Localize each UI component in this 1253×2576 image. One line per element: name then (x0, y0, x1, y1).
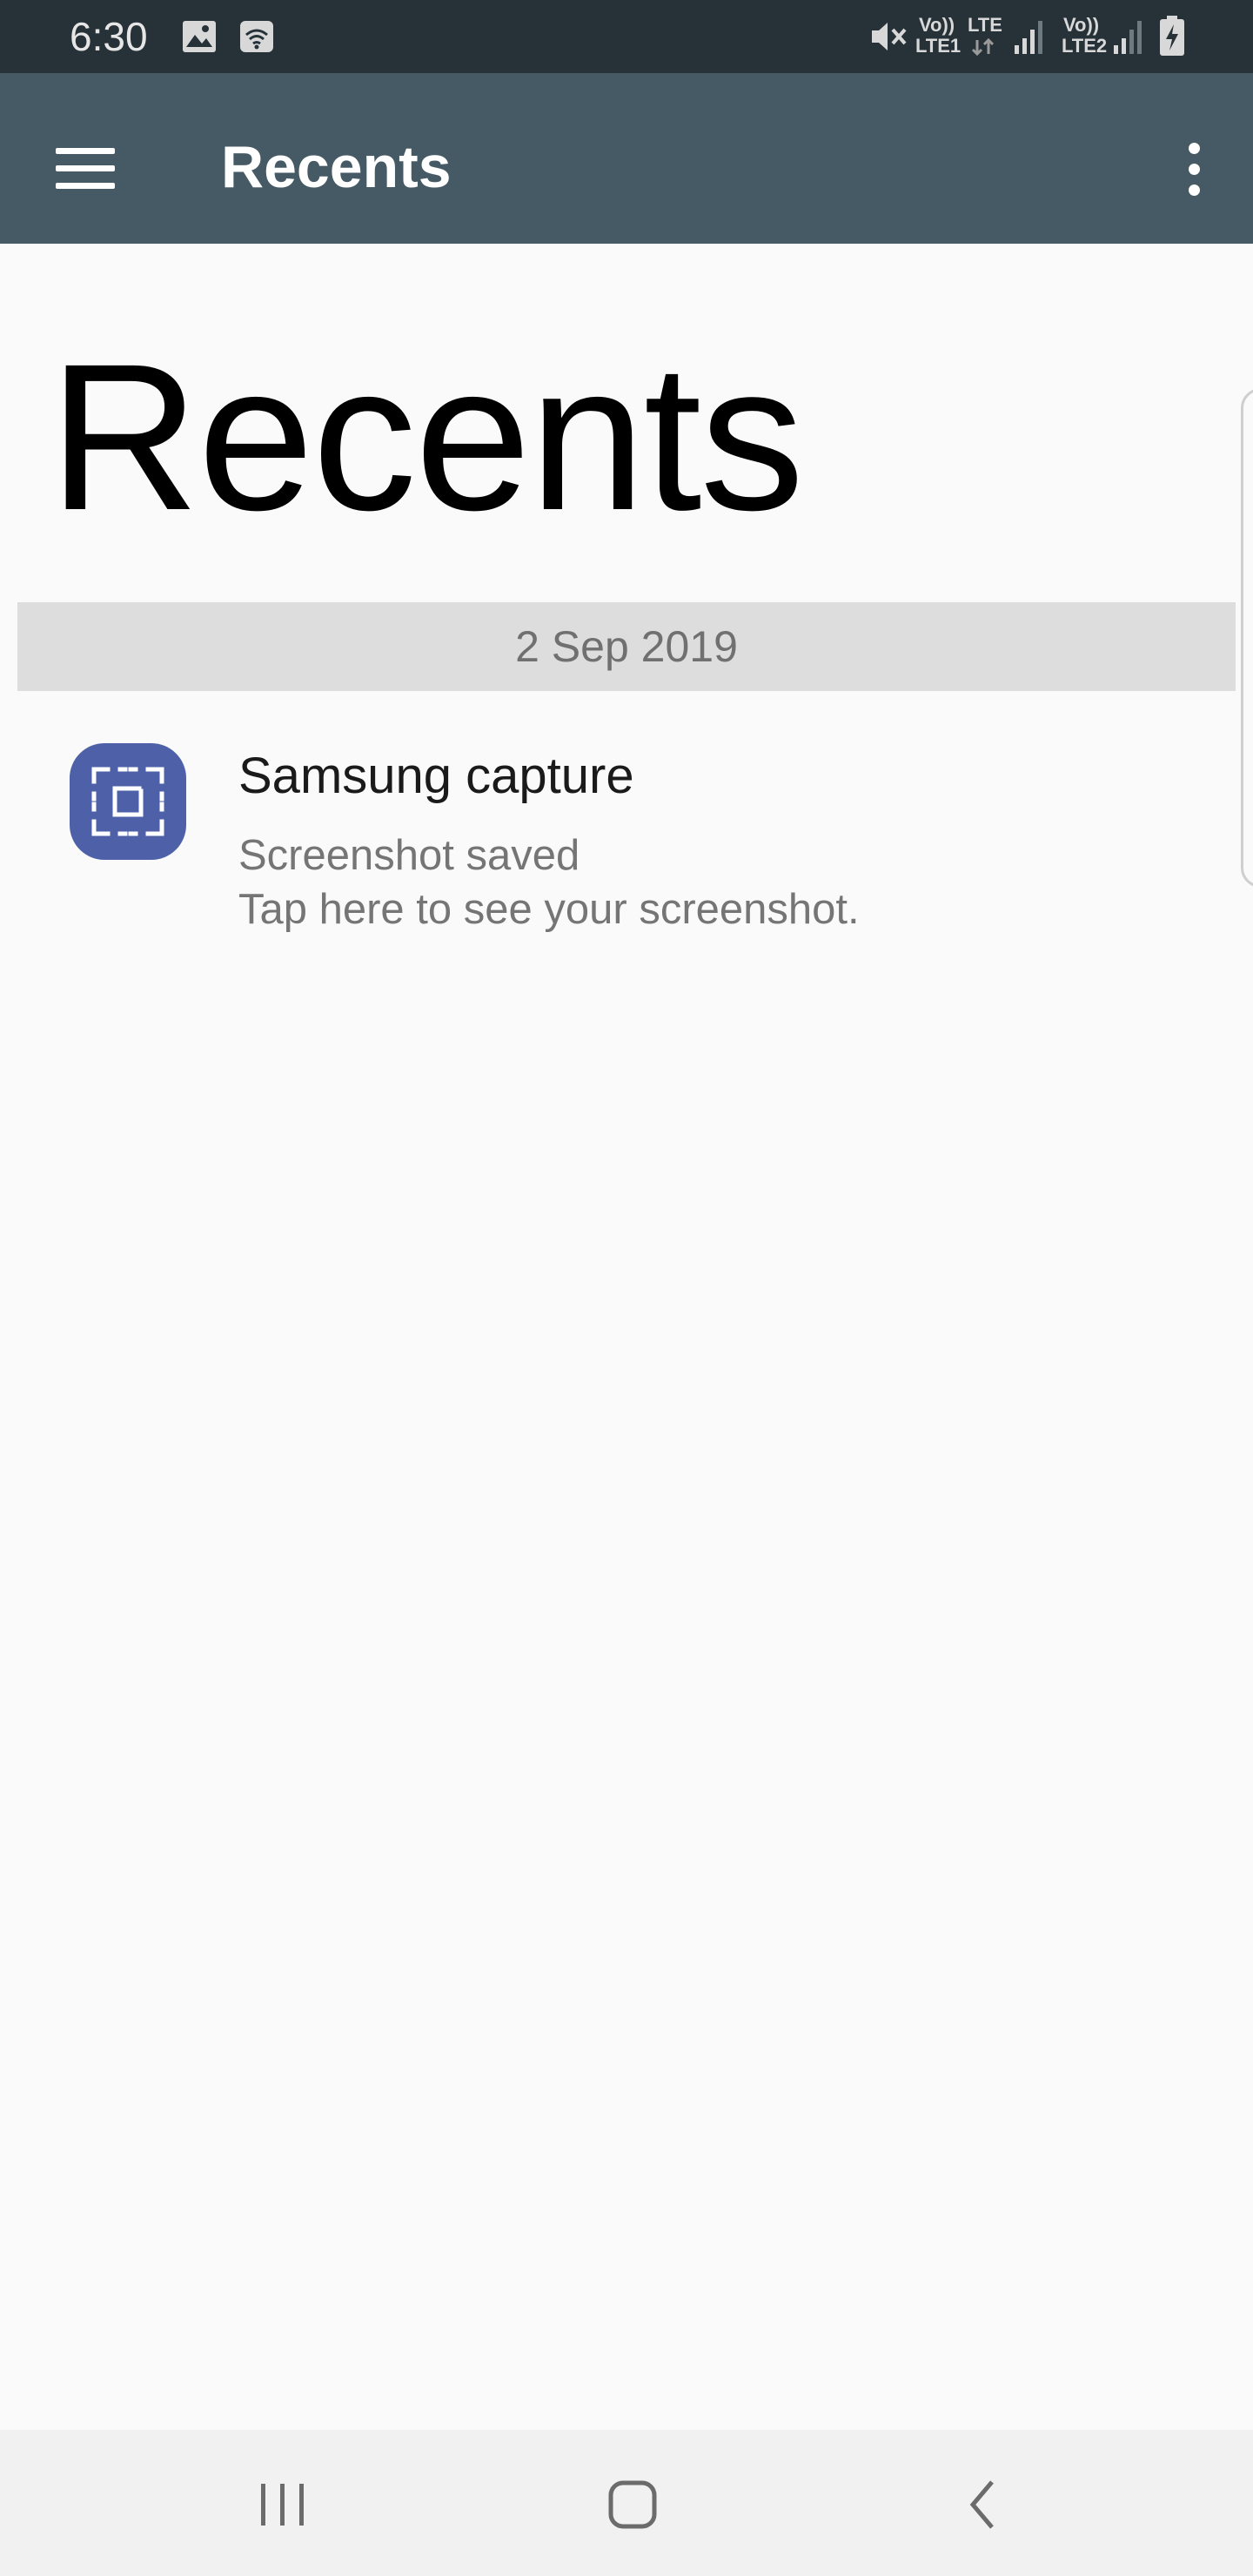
battery-charging-icon (1160, 16, 1184, 56)
recent-apps-icon (261, 2484, 304, 2526)
signal-icon (1114, 21, 1142, 54)
sim2-lte-label: LTE2 (1062, 35, 1108, 57)
sim1-lte-label: LTE1 (915, 35, 962, 57)
signal-icon (1015, 21, 1042, 54)
image-icon (183, 21, 216, 52)
status-indicators: Vo)) LTE1 LTE Vo)) LTE2 (801, 0, 1253, 73)
notification-text: Screenshot saved (238, 832, 580, 879)
navigation-bar (0, 2430, 1253, 2576)
more-options-button[interactable] (1169, 127, 1218, 211)
notification-subtext: Tap here to see your screenshot. (238, 886, 860, 933)
sim2-volte-label: Vo)) (1063, 14, 1100, 36)
scroll-handle[interactable] (1241, 388, 1253, 888)
home-icon (608, 2480, 657, 2529)
menu-button[interactable] (44, 127, 127, 211)
home-button[interactable] (576, 2465, 689, 2543)
status-time: 6:30 (70, 14, 148, 59)
more-options-icon (1169, 127, 1218, 211)
mute-icon (872, 23, 907, 50)
data-arrows-icon (971, 38, 995, 56)
app-bar: Recents (0, 73, 1253, 244)
samsung-capture-icon (70, 743, 186, 860)
app-bar-title: Recents (221, 134, 452, 200)
notification-app-name: Samsung capture (238, 748, 634, 804)
status-bar: 6:30 Vo)) LTE1 LTE Vo)) LTE2 (0, 0, 1253, 73)
lte-label: LTE (968, 14, 1002, 36)
menu-icon (44, 127, 127, 211)
back-icon (969, 2480, 994, 2529)
page-heading: Recents (49, 320, 804, 553)
wifi-icon (240, 21, 273, 52)
sim1-volte-label: Vo)) (919, 14, 955, 36)
notification-item[interactable]: Samsung capture Screenshot saved Tap her… (0, 714, 1236, 957)
date-header: 2 Sep 2019 (17, 602, 1236, 691)
back-button[interactable] (926, 2465, 1039, 2543)
recent-apps-button[interactable] (226, 2465, 339, 2543)
